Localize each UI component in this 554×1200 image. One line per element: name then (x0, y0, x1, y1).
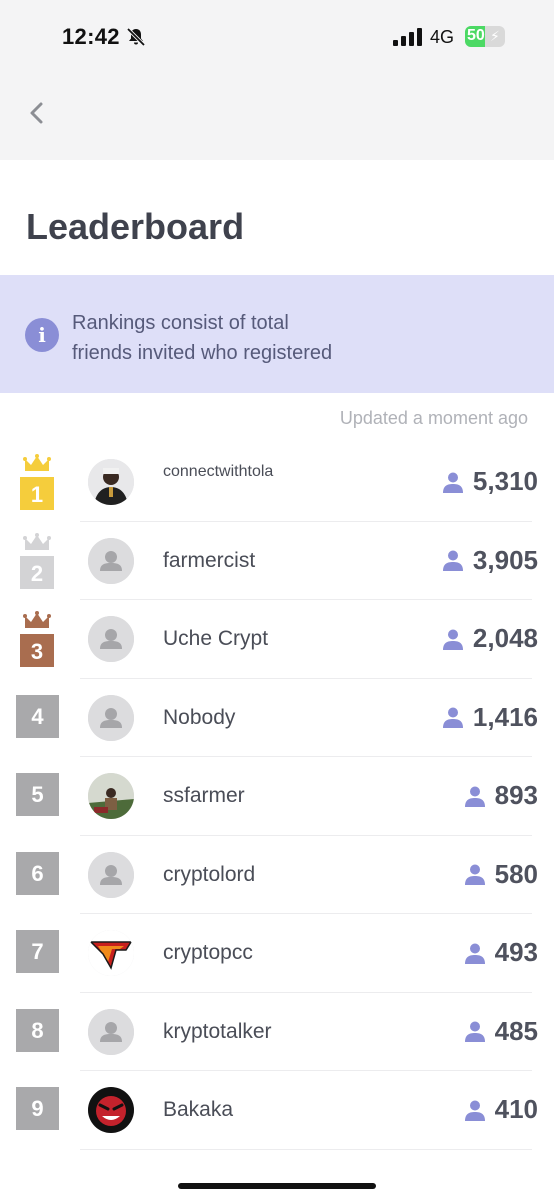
rank-badge: 7 (16, 930, 59, 973)
user-icon (464, 943, 485, 964)
leaderboard-row[interactable]: 4 Nobody 1,416 (0, 679, 554, 757)
info-icon: i (25, 318, 59, 352)
avatar (88, 930, 134, 976)
battery-level: 50 (467, 27, 485, 44)
invite-count-value: 2,048 (472, 623, 538, 653)
invite-count: 410 (463, 1094, 538, 1125)
rank-badge: 8 (16, 1008, 59, 1052)
leaderboard-row[interactable]: 2 farmercist 3,905 (0, 522, 554, 600)
rank-badge: 4 (16, 694, 59, 738)
invite-count: 893 (463, 780, 538, 811)
rank-badge: 5 (16, 773, 59, 816)
username: Bakaka (163, 1098, 234, 1121)
invite-count-value: 1,416 (472, 701, 538, 732)
crown-medal-icon: 2 (20, 532, 54, 589)
invite-count: 2,048 (441, 623, 538, 654)
rank-number: 2 (31, 561, 43, 586)
status-time: 12:42 (62, 24, 120, 49)
avatar (88, 773, 134, 819)
invite-count-value: 493 (494, 937, 538, 967)
rank-number: 1 (31, 482, 43, 507)
avatar (88, 616, 134, 662)
info-text: Rankings consist of total friends invite… (72, 308, 332, 368)
invite-count-value: 5,310 (472, 466, 538, 496)
invite-count: 1,416 (441, 702, 538, 733)
invite-count: 485 (463, 1016, 538, 1047)
invite-count-value: 580 (494, 858, 538, 889)
username: kryptotalker (163, 1019, 272, 1043)
user-icon (442, 629, 463, 650)
invite-count: 5,310 (441, 466, 538, 497)
user-icon (442, 472, 463, 493)
avatar (88, 694, 134, 741)
rank-badge: 9 (16, 1087, 59, 1130)
username: Nobody (163, 705, 236, 729)
avatar (88, 537, 134, 584)
avatar (88, 851, 134, 898)
status-bar: 12:42 4G 50 ⚡ (0, 0, 554, 76)
leaderboard-row[interactable]: 7 cryptopcc 493 (0, 914, 554, 993)
avatar (88, 1087, 134, 1133)
updated-timestamp: Updated a moment ago (339, 408, 528, 428)
user-icon (464, 1100, 485, 1121)
crown-medal-icon: 3 (20, 611, 54, 667)
user-icon (442, 707, 463, 728)
leaderboard-row[interactable]: 1 connectwithtola 5,310 (0, 443, 554, 522)
username: cryptopcc (163, 941, 253, 964)
bell-muted-icon (126, 27, 146, 47)
info-line-2: friends invited who registered (72, 342, 333, 364)
back-chevron-icon[interactable] (22, 96, 52, 130)
leaderboard-row[interactable]: 6 cryptolord 580 (0, 836, 554, 914)
user-icon (442, 550, 463, 571)
invite-count-value: 893 (494, 780, 538, 810)
username: farmercist (163, 548, 256, 572)
invite-count: 580 (463, 859, 538, 890)
page-title: Leaderboard (26, 206, 245, 247)
user-icon (464, 1021, 485, 1042)
info-line-1: Rankings consist of total (72, 312, 289, 334)
username: cryptolord (163, 862, 256, 886)
leaderboard-row[interactable]: 9 Bakaka 410 (0, 1071, 554, 1150)
crown-medal-icon: 1 (20, 454, 54, 510)
invite-count: 3,905 (441, 545, 538, 576)
invite-count-value: 410 (494, 1094, 538, 1124)
invite-count-value: 3,905 (472, 544, 538, 575)
leaderboard-row[interactable]: 3 Uche Crypt 2,048 (0, 600, 554, 679)
user-icon (464, 786, 485, 807)
invite-count: 493 (463, 937, 538, 968)
user-icon (464, 864, 485, 885)
row-divider (80, 1148, 532, 1150)
home-indicator (178, 1183, 376, 1189)
signal-icon (393, 28, 422, 46)
info-banner: i Rankings consist of total friends invi… (0, 275, 554, 393)
username: ssfarmer (163, 784, 245, 807)
leaderboard-row[interactable]: 8 kryptotalker 485 (0, 993, 554, 1071)
nav-bar (0, 76, 554, 160)
rank-number: 3 (31, 639, 43, 664)
charging-icon: ⚡ (490, 28, 500, 44)
avatar (88, 459, 134, 505)
username: Uche Crypt (163, 627, 269, 650)
rank-badge: 6 (16, 851, 59, 895)
leaderboard-row[interactable]: 5 ssfarmer 893 (0, 757, 554, 836)
network-type: 4G (430, 27, 455, 47)
username: connectwithtola (163, 463, 274, 480)
avatar (88, 1008, 134, 1055)
invite-count-value: 485 (494, 1015, 538, 1046)
battery-icon: 50 ⚡ (465, 26, 505, 47)
